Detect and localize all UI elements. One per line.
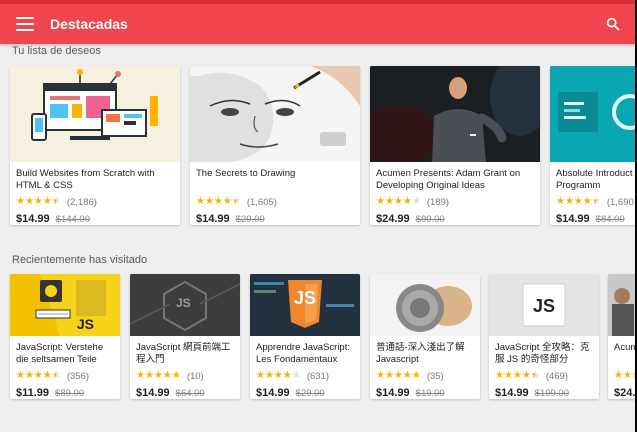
course-card[interactable]: Absolute Introduct Oriented Programm ★★★… <box>550 66 637 225</box>
original-price: $19.00 <box>415 388 445 399</box>
review-count: (631) <box>306 370 330 382</box>
star-rating: ★★★★★★★★★★ <box>136 370 181 381</box>
star-rating: ★★★★★★★★★★ <box>376 196 421 207</box>
review-count: (35) <box>426 370 444 382</box>
wishlist-section-title: Tu lista de deseos <box>12 45 101 57</box>
course-thumbnail: JS <box>250 274 360 336</box>
review-count: (189) <box>426 196 450 208</box>
course-title: Build Websites from Scratch with HTML & … <box>16 168 155 191</box>
course-title: Acum Eliza Creat <box>614 342 637 353</box>
review-count: (10) <box>186 370 204 382</box>
js-square-text: JS <box>533 296 556 316</box>
app-frame: Destacadas Tu lista de deseos Build Webs… <box>0 0 637 432</box>
recent-row: JS JavaScript: Verstehe die seltsamen Te… <box>0 274 637 432</box>
course-card[interactable]: Acum Eliza Creat ★★★★★★★★★★ $24. <box>608 274 637 399</box>
wishlist-row: Build Websites from Scratch with HTML & … <box>0 66 637 238</box>
course-title: JavaScript 網頁前端工程入門 <box>136 342 231 365</box>
star-rating: ★★★★★★★★★★ <box>614 370 637 381</box>
price: $14.99 <box>256 387 290 399</box>
course-title: JavaScript 全攻略：克服 JS 的奇怪部分 <box>495 342 590 365</box>
review-count: (469) <box>545 370 569 382</box>
original-price: $199.00 <box>534 388 569 399</box>
star-rating: ★★★★★★★★★★ <box>196 196 241 207</box>
review-count: (1,605) <box>246 196 277 208</box>
js-shield-text: JS <box>294 288 317 308</box>
star-rating: ★★★★★★★★★★ <box>16 196 61 207</box>
original-price: $144.00 <box>55 214 90 225</box>
course-thumbnail <box>10 66 180 162</box>
course-card[interactable]: 普通話-深入淺出了解 Javascript ★★★★★ ★★★★★ (35) $14… <box>370 274 480 399</box>
price: $14.99 <box>196 213 230 225</box>
star-rating: ★★★★★★★★★★ <box>495 370 540 381</box>
price: $14.99 <box>16 213 50 225</box>
course-title: Apprendre JavaScript: Les Fondamentaux <box>256 342 350 365</box>
original-price: $29.00 <box>235 214 265 225</box>
course-card[interactable]: JS JavaScript 網頁前端工程入門 ★★★★★ ★★★★★ (10) $1… <box>130 274 240 399</box>
original-price: $99.00 <box>415 214 445 225</box>
course-thumbnail <box>550 66 637 162</box>
review-count: (1,690 <box>606 196 634 208</box>
course-card[interactable]: The Secrets to Drawing ★★★★★★★★★★ (1,605)… <box>190 66 360 225</box>
course-title: The Secrets to Drawing <box>196 168 296 179</box>
review-count: (2,186) <box>66 196 97 208</box>
course-thumbnail <box>370 66 540 162</box>
course-card[interactable]: Build Websites from Scratch with HTML & … <box>10 66 180 225</box>
course-card[interactable]: JS Apprendre JavaScript: Les Fondamentau… <box>250 274 360 399</box>
original-price: $84.00 <box>595 214 625 225</box>
star-rating: ★★★★★★★★★★ <box>376 370 421 381</box>
recent-section-title: Recientemente has visitado <box>12 254 148 266</box>
star-rating: ★★★★★★★★★★ <box>556 196 601 207</box>
course-card[interactable]: JS JavaScript 全攻略：克服 JS 的奇怪部分 ★★★★★★★★★★… <box>489 274 599 399</box>
original-price: $64.00 <box>175 388 205 399</box>
course-thumbnail <box>190 66 360 162</box>
course-title: JavaScript: Verstehe die seltsamen Teile <box>16 342 104 365</box>
course-card[interactable]: Acumen Presents: Adam Grant on Developin… <box>370 66 540 225</box>
course-thumbnail: JS <box>489 274 599 336</box>
price: $11.99 <box>16 387 50 399</box>
app-bar-title: Destacadas <box>50 16 128 32</box>
search-icon[interactable] <box>605 16 621 32</box>
app-bar: Destacadas <box>0 4 637 44</box>
course-thumbnail: JS <box>130 274 240 336</box>
course-thumbnail: JS <box>10 274 120 336</box>
review-count: (356) <box>66 370 90 382</box>
original-price: $29.00 <box>295 388 325 399</box>
course-card[interactable]: JS JavaScript: Verstehe die seltsamen Te… <box>10 274 120 399</box>
price: $24. <box>614 387 636 399</box>
star-rating: ★★★★★★★★★★ <box>256 370 301 381</box>
hamburger-menu-icon[interactable] <box>16 17 34 31</box>
course-title: Acumen Presents: Adam Grant on Developin… <box>376 168 521 191</box>
star-rating: ★★★★★★★★★★ <box>16 370 61 381</box>
js-logo-text: JS <box>176 296 191 310</box>
price: $14.99 <box>136 387 170 399</box>
course-thumbnail <box>608 274 637 336</box>
price: $14.99 <box>556 213 590 225</box>
js-badge: JS <box>76 316 94 332</box>
course-title: 普通話-深入淺出了解 Javascript <box>376 342 465 365</box>
price: $24.99 <box>376 213 410 225</box>
course-title: Absolute Introduct Oriented Programm <box>556 168 637 191</box>
course-thumbnail <box>370 274 480 336</box>
price: $14.99 <box>376 387 410 399</box>
original-price: $89.00 <box>55 388 85 399</box>
price: $14.99 <box>495 387 529 399</box>
